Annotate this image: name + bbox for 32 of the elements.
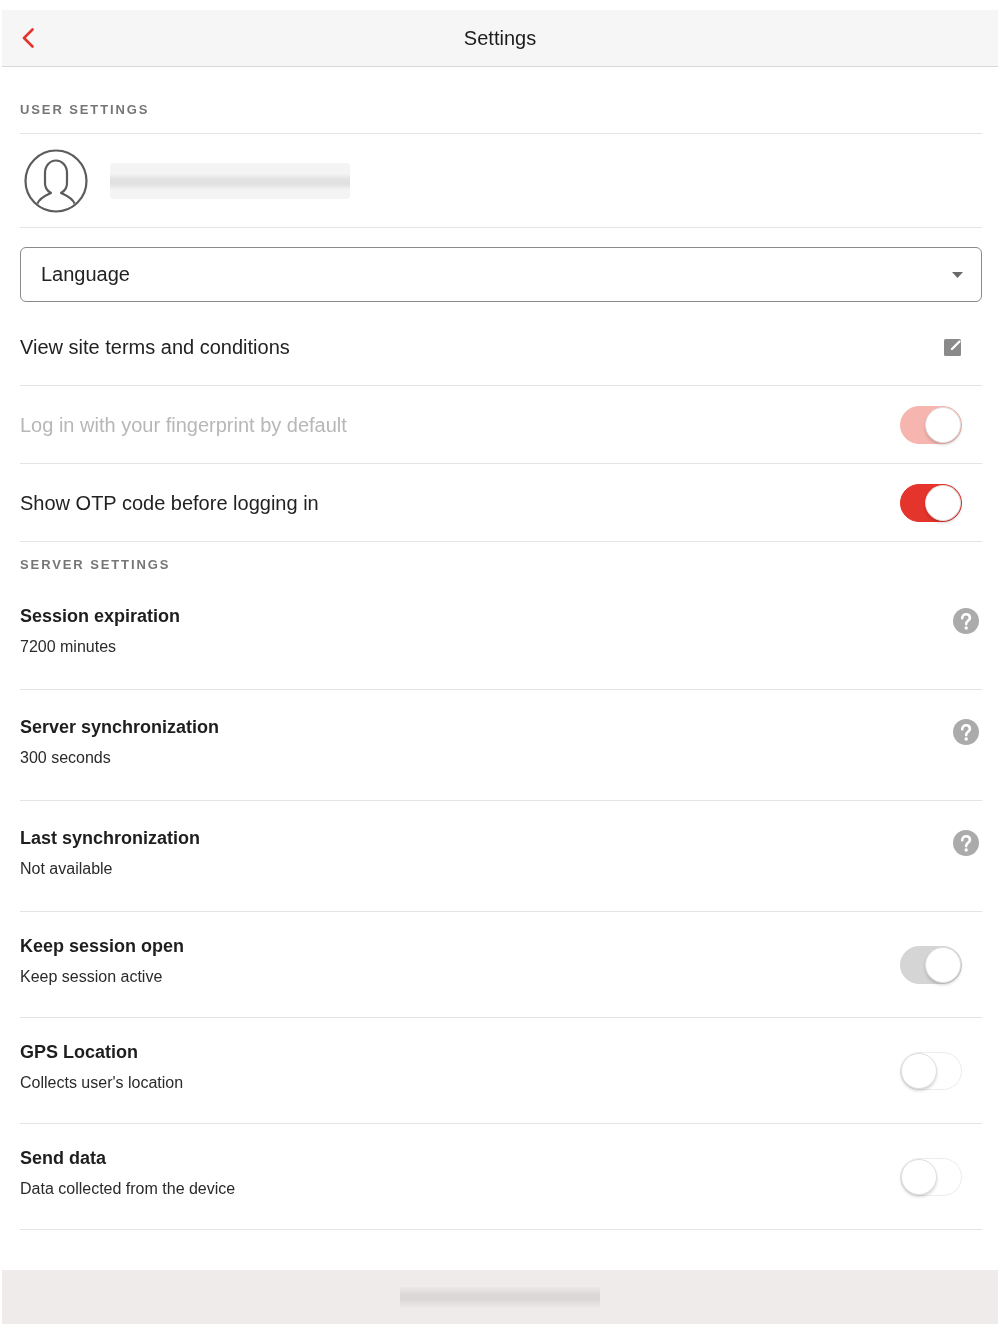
- help-icon: [953, 830, 979, 856]
- back-chevron-icon: [22, 28, 34, 48]
- setting-subtitle: Keep session active: [20, 967, 164, 987]
- setting-title: Server synchronization: [20, 716, 220, 738]
- setting-subtitle: Collects user's location: [20, 1073, 184, 1093]
- setting-label: Show OTP code before logging in: [20, 490, 319, 515]
- setting-subtitle: Not available: [20, 859, 114, 879]
- setting-subtitle: 300 seconds: [20, 748, 112, 768]
- setting-subtitle: Data collected from the device: [20, 1179, 236, 1199]
- help-icon: [953, 719, 979, 745]
- help-button[interactable]: [953, 719, 979, 745]
- page-title: Settings: [463, 26, 537, 50]
- back-button[interactable]: [20, 27, 36, 49]
- setting-title: Send data: [20, 1147, 108, 1169]
- setting-title: GPS Location: [20, 1041, 139, 1063]
- setting-title: Session expiration: [20, 605, 181, 627]
- toggle-switch[interactable]: [900, 483, 962, 522]
- terms-link[interactable]: View site terms and conditions: [20, 334, 290, 359]
- caret-icon: [952, 271, 963, 278]
- help-icon: [953, 608, 979, 634]
- setting-title: Last synchronization: [20, 827, 201, 849]
- help-button[interactable]: [953, 608, 979, 634]
- edit-button[interactable]: [944, 337, 962, 356]
- setting-subtitle: 7200 minutes: [20, 637, 118, 657]
- edit-icon: [944, 337, 962, 356]
- section-heading: USER SETTINGS: [20, 101, 150, 119]
- section-heading: SERVER SETTINGS: [20, 556, 171, 574]
- setting-label: Log in with your fingerprint by default: [20, 412, 347, 437]
- language-select[interactable]: Language: [20, 247, 982, 302]
- help-button[interactable]: [953, 830, 979, 856]
- setting-title: Keep session open: [20, 935, 185, 957]
- avatar-icon: [24, 148, 88, 213]
